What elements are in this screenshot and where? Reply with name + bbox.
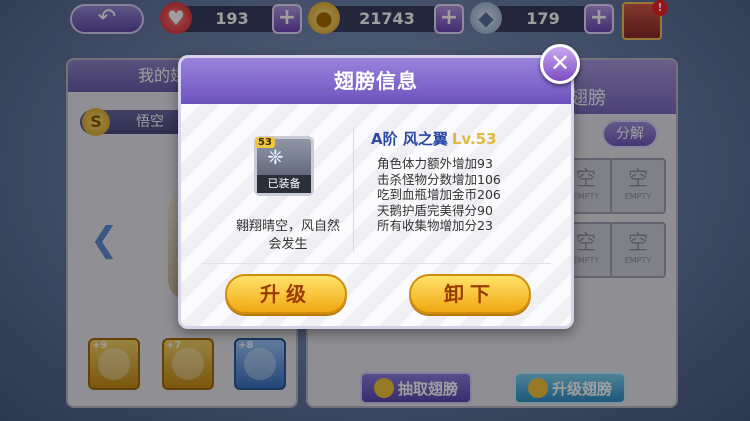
wing-info-dialog: 翅膀信息 53 ❈ 已装备 翱翔晴空，风自然会发生 A阶 风之翼 Lv.53 角色…	[178, 55, 574, 329]
stat-line: 吃到血瓶增加金币206	[377, 187, 501, 202]
stat-line: 击杀怪物分数增加106	[377, 171, 501, 187]
wing-level-text: Lv.53	[451, 130, 497, 148]
wing-flavor-text: 翱翔晴空，风自然会发生	[235, 219, 340, 252]
unequip-button[interactable]: 卸下	[409, 274, 531, 314]
close-icon[interactable]: ✕	[540, 44, 580, 84]
wing-stats-list: 角色体力额外增加93 击杀怪物分数增加106 吃到血瓶增加金币206 天鹅护盾完…	[377, 156, 501, 234]
dialog-title: 翅膀信息	[334, 69, 418, 93]
stat-line: 角色体力额外增加93	[377, 156, 493, 171]
wing-name: A阶 风之翼 Lv.53	[371, 130, 497, 148]
divider	[353, 128, 354, 252]
wing-icon: ❈	[267, 145, 284, 169]
upgrade-button[interactable]: 升级	[225, 274, 347, 314]
divider	[201, 263, 551, 264]
stat-line: 所有收集物增加分23	[377, 218, 493, 233]
equipped-label: 已装备	[257, 175, 311, 193]
stat-line: 天鹅护盾完美得分90	[377, 202, 493, 218]
wing-item-card: 53 ❈ 已装备	[254, 136, 314, 196]
